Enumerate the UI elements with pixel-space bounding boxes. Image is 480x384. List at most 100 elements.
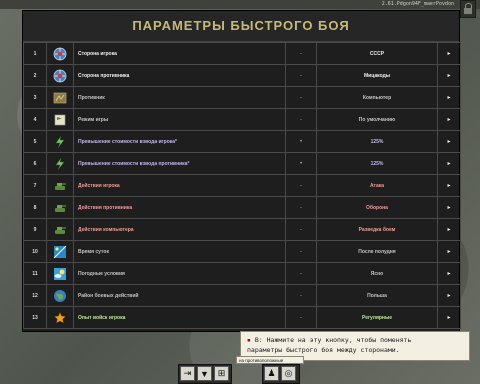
row-value[interactable]: Мицакоды (316, 64, 438, 87)
row-number: 11 (23, 262, 47, 285)
row-icon-cell (46, 240, 74, 263)
row-value[interactable]: По умолчанию (316, 108, 438, 131)
table-row[interactable]: 13 Опыт войск игрока - Регулярные ▸ (23, 306, 461, 329)
row-marker: - (285, 196, 317, 219)
row-arrow-button[interactable]: ▸ (437, 284, 461, 307)
row-number: 6 (23, 152, 47, 175)
target-icon[interactable]: ◎ (281, 366, 296, 381)
table-row[interactable]: 11 Погодные условия - Ясно ▸ (23, 262, 461, 285)
row-number: 12 (23, 284, 47, 307)
parameters-table: 1 Сторона игрока - СССР ▸ 2 Сторона противника… (23, 42, 461, 329)
row-icon-cell (46, 196, 74, 219)
row-value[interactable]: Оборона (316, 196, 438, 219)
table-row[interactable]: 12 Район боевых действий - Польша ▸ (23, 284, 461, 307)
row-label: Действия противника (73, 196, 286, 219)
tank-icon (53, 204, 67, 212)
row-number: 2 (23, 64, 47, 87)
row-arrow-button[interactable]: ▸ (437, 240, 461, 263)
soldier-icon[interactable]: ♟ (264, 366, 279, 381)
row-label: Время суток (73, 240, 286, 263)
row-value[interactable]: 125% (316, 130, 438, 153)
row-arrow-button[interactable]: ▸ (437, 174, 461, 197)
sun-icon (53, 245, 67, 258)
table-row[interactable]: 4 Режим игры - По умолчанию ▸ (23, 108, 461, 131)
table-row[interactable]: 2 Сторона противника - Мицакоды ▸ (23, 64, 461, 87)
row-arrow-button[interactable]: ▸ (437, 306, 461, 329)
row-marker: - (285, 218, 317, 241)
row-arrow-button[interactable]: ▸ (437, 130, 461, 153)
row-value[interactable]: СССР (316, 42, 438, 65)
row-value[interactable]: Польша (316, 284, 438, 307)
swap-icon[interactable]: ⊞ (214, 366, 229, 381)
left-toolbar: ⇥ ▼ ⊞ (178, 364, 232, 384)
row-value[interactable]: 125% (316, 152, 438, 175)
row-value[interactable]: Атака (316, 174, 438, 197)
quick-battle-panel: ПАРАМЕТРЫ БЫСТРОГО БОЯ 1 Сторона игрока - С… (22, 10, 461, 332)
tank-icon (53, 226, 67, 234)
row-marker: - (285, 306, 317, 329)
row-number: 1 (23, 42, 47, 65)
row-value[interactable]: Компьютер (316, 86, 438, 109)
row-marker: - (285, 108, 317, 131)
table-row[interactable]: 8 Действия противника - Оборона ▸ (23, 196, 461, 219)
right-toolbar: ♟ ◎ (262, 364, 300, 384)
row-label: Режим игры (73, 108, 286, 131)
row-arrow-button[interactable]: ▸ (437, 152, 461, 175)
panel-title: ПАРАМЕТРЫ БЫСТРОГО БОЯ (23, 11, 459, 42)
row-icon-cell (46, 152, 74, 175)
row-label: Район боевых действий (73, 284, 286, 307)
row-label: Действия компьютера (73, 218, 286, 241)
row-number: 3 (23, 86, 47, 109)
table-row[interactable]: 1 Сторона игрока - СССР ▸ (23, 42, 461, 65)
row-arrow-button[interactable]: ▸ (437, 108, 461, 131)
row-label: Сторона игрока (73, 42, 286, 65)
row-marker: - (285, 86, 317, 109)
row-icon-cell (46, 86, 74, 109)
row-arrow-button[interactable]: ▸ (437, 262, 461, 285)
row-value[interactable]: Ясно (316, 262, 438, 285)
row-label: Погодные условия (73, 262, 286, 285)
exit-icon[interactable]: ⇥ (180, 366, 195, 381)
flag-icon (53, 114, 67, 125)
row-arrow-button[interactable]: ▸ (437, 196, 461, 219)
row-label: Действия игрока (73, 174, 286, 197)
table-row[interactable]: 6 Превышение стоимости взвода противника*… (23, 152, 461, 175)
lock-icon[interactable] (460, 0, 476, 18)
globe-icon (53, 47, 67, 60)
row-marker: - (285, 240, 317, 263)
row-marker: - (285, 42, 317, 65)
row-number: 7 (23, 174, 47, 197)
table-row[interactable]: 7 Действия игрока - Атака ▸ (23, 174, 461, 197)
row-icon-cell (46, 64, 74, 87)
row-icon-cell (46, 130, 74, 153)
globe-icon (53, 69, 67, 82)
row-marker: - (285, 174, 317, 197)
row-icon-cell (46, 42, 74, 65)
row-label: Превышение стоимости взвода противника* (73, 152, 286, 175)
table-row[interactable]: 3 Противник - Компьютер ▸ (23, 86, 461, 109)
row-value[interactable]: После полудня (316, 240, 438, 263)
row-arrow-button[interactable]: ▸ (437, 64, 461, 87)
row-value[interactable]: Разведка боем (316, 218, 438, 241)
hint-label: на противоположные (236, 356, 304, 364)
table-row[interactable]: 5 Превышение стоимости взвода игрока* • 125… (23, 130, 461, 153)
row-arrow-button[interactable]: ▸ (437, 218, 461, 241)
table-row[interactable]: 9 Действия компьютера - Разведка боем ▸ (23, 218, 461, 241)
row-label: Превышение стоимости взвода игрока* (73, 130, 286, 153)
tooltip-line-2: параметры быстрого боя между сторонами. (247, 346, 400, 354)
row-label: Опыт войск игрока (73, 306, 286, 329)
row-arrow-button[interactable]: ▸ (437, 42, 461, 65)
row-marker: - (285, 64, 317, 87)
row-icon-cell (46, 174, 74, 197)
map-icon (53, 92, 67, 103)
row-number: 13 (23, 306, 47, 329)
bolt-icon (53, 157, 67, 170)
row-value[interactable]: Регулярные (316, 306, 438, 329)
earth-icon (53, 289, 67, 302)
star-icon (53, 311, 67, 323)
weather-icon (53, 267, 67, 280)
row-marker: • (285, 130, 317, 153)
table-row[interactable]: 10 Время суток - После полудня ▸ (23, 240, 461, 263)
menu-icon[interactable]: ▼ (197, 366, 212, 381)
row-arrow-button[interactable]: ▸ (437, 86, 461, 109)
